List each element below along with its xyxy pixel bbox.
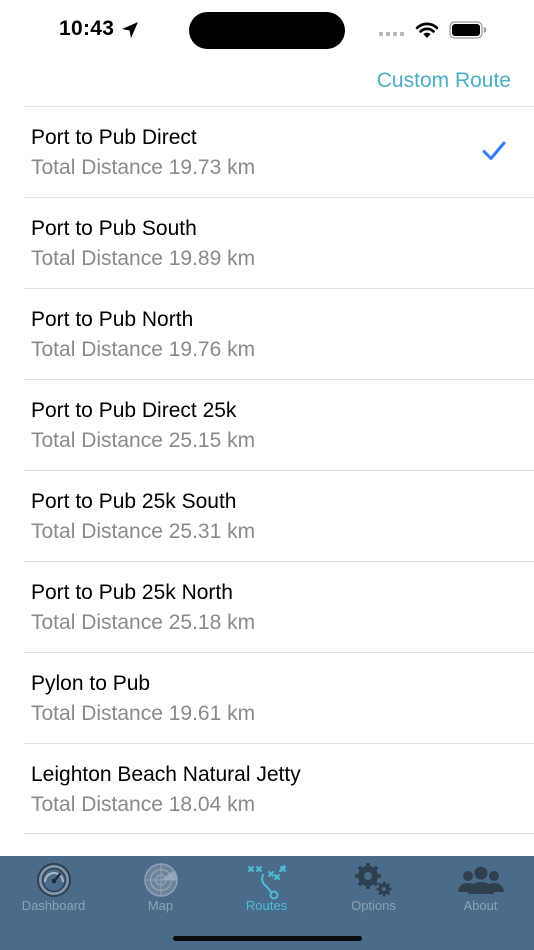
route-distance: Total Distance 19.73 km [31,156,256,179]
tab-routes[interactable]: Routes [213,856,320,916]
route-row[interactable]: Port to Pub 25k North Total Distance 25.… [0,561,534,652]
route-name: Port to Pub South [31,217,197,240]
navigation-bar: Custom Route [0,60,534,106]
status-bar: 10:43 [0,0,534,60]
radar-map-icon [143,863,178,897]
route-plan-icon [247,865,286,900]
tab-label: Dashboard [21,898,86,913]
route-row[interactable]: Port to Pub North Total Distance 19.76 k… [0,288,534,379]
status-time: 10:43 [59,17,115,40]
route-distance: Total Distance 19.89 km [31,247,256,270]
gears-icon [354,863,391,897]
tab-label: Options [351,898,396,913]
battery-icon [449,21,487,39]
route-row[interactable]: Pylon to Pub Total Distance 19.61 km [0,652,534,743]
route-name: Pylon to Pub [31,672,151,695]
tab-about[interactable]: About [427,856,534,916]
route-distance: Total Distance 19.61 km [31,702,256,725]
route-row[interactable]: Port to Pub Direct 25k Total Distance 25… [0,379,534,470]
route-row[interactable]: Leighton Beach Natural Jetty Total Dista… [0,743,534,834]
route-row[interactable]: Port to Pub South Total Distance 19.89 k… [0,197,534,288]
custom-route-button[interactable]: Custom Route [377,69,511,93]
route-name: Port to Pub North [31,308,194,331]
route-list: Port to Pub Direct Total Distance 19.73 … [0,106,534,834]
route-distance: Total Distance 25.18 km [31,611,256,634]
tab-map[interactable]: Map [107,856,214,916]
location-arrow-icon [122,22,138,38]
tab-label: About [463,898,498,913]
cellular-signal-icon [379,32,404,36]
tab-options[interactable]: Options [320,856,427,916]
route-distance: Total Distance 25.15 km [31,429,256,452]
home-indicator [173,936,362,941]
route-name: Port to Pub 25k North [31,581,233,604]
route-distance: Total Distance 19.76 km [31,338,256,361]
route-name: Port to Pub Direct 25k [31,399,237,422]
tab-label: Map [147,898,174,913]
route-row[interactable]: Port to Pub 25k South Total Distance 25.… [0,470,534,561]
wifi-icon [415,22,439,38]
tab-dashboard[interactable]: Dashboard [0,856,107,916]
route-name: Port to Pub 25k South [31,490,237,513]
people-icon [457,866,504,894]
route-distance: Total Distance 25.31 km [31,520,256,543]
route-distance: Total Distance 18.04 km [31,793,256,816]
route-name: Leighton Beach Natural Jetty [31,763,301,786]
dashboard-gauge-icon [36,863,71,897]
route-row[interactable]: Port to Pub Direct Total Distance 19.73 … [0,106,534,197]
checkmark-icon [482,141,506,160]
dynamic-island [189,12,345,49]
tab-label: Routes [245,898,288,913]
route-name: Port to Pub Direct [31,126,197,149]
